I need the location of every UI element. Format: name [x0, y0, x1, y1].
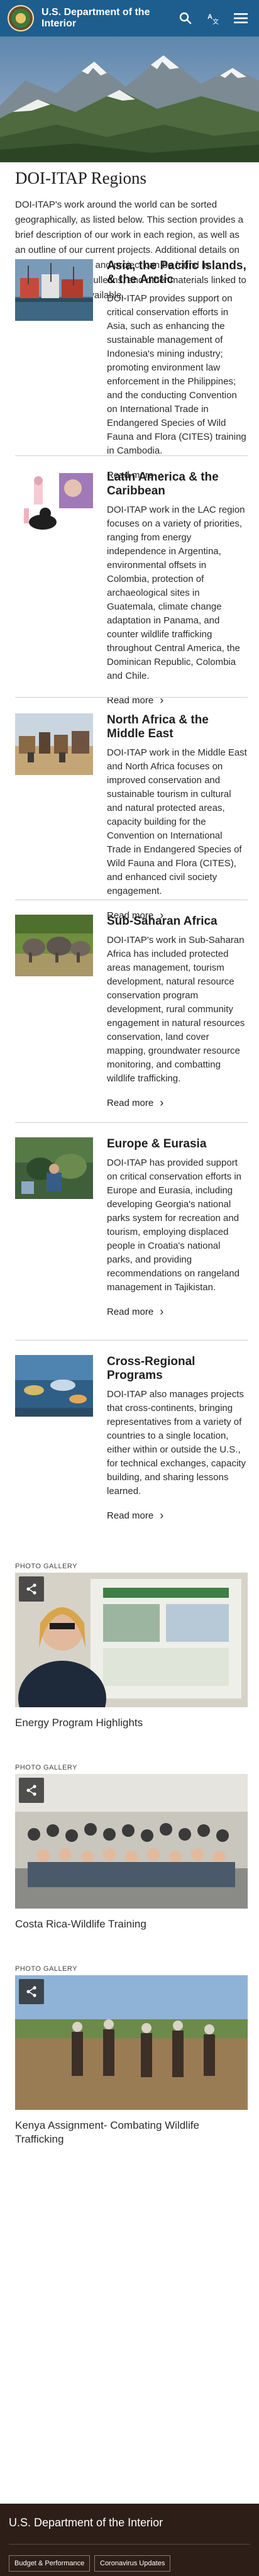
gallery-image[interactable]	[15, 1774, 248, 1909]
region-europe-thumbnail[interactable]	[15, 1137, 93, 1199]
region-cross-regional-title[interactable]: Cross-Regional Programs	[107, 1355, 248, 1383]
divider	[15, 1122, 248, 1123]
share-button[interactable]	[19, 1576, 44, 1602]
share-button[interactable]	[19, 1979, 44, 2004]
region-europe-read-more[interactable]: Read more ›	[107, 1306, 163, 1317]
search-icon[interactable]	[179, 11, 192, 25]
svg-text:A: A	[207, 13, 212, 21]
region-sub-saharan-text: DOI-ITAP's work in Sub-Saharan Africa ha…	[107, 935, 245, 1084]
region-north-africa-body: North Africa & the Middle East DOI-ITAP …	[107, 713, 248, 922]
region-north-africa-title[interactable]: North Africa & the Middle East	[107, 713, 248, 741]
region-north-africa-text: DOI-ITAP work in the Middle East and Nor…	[107, 747, 247, 896]
region-latin-america-text: DOI-ITAP work in the LAC region focuses …	[107, 505, 245, 681]
region-asia-text: DOI-ITAP provides support on critical co…	[107, 293, 246, 456]
divider	[15, 455, 248, 456]
footer-link-budget[interactable]: Budget & Performance	[9, 2555, 91, 2572]
site-footer: U.S. Department of the Interior Budget &…	[0, 2504, 259, 2576]
region-latin-america: Latin America & the Caribbean DOI-ITAP w…	[15, 471, 248, 706]
gallery-caption[interactable]: Energy Program Highlights	[15, 1716, 248, 1730]
read-more-label: Read more	[107, 1510, 154, 1521]
region-cross-regional-thumbnail[interactable]	[15, 1355, 93, 1417]
region-asia-thumbnail[interactable]	[15, 259, 93, 321]
share-icon	[26, 1986, 36, 1997]
footer-title[interactable]: U.S. Department of the Interior	[9, 2516, 163, 2529]
share-icon	[26, 1583, 36, 1595]
region-sub-saharan-read-more[interactable]: Read more ›	[107, 1097, 163, 1108]
menu-icon[interactable]	[234, 11, 248, 25]
site-title[interactable]: U.S. Department of the Interior	[41, 7, 161, 30]
region-sub-saharan-body: Sub-Saharan Africa DOI-ITAP's work in Su…	[107, 915, 248, 1109]
doi-seal-logo[interactable]	[8, 5, 34, 31]
chevron-right-icon: ›	[160, 694, 164, 706]
share-button[interactable]	[19, 1778, 44, 1803]
region-asia-title[interactable]: Asia, the Pacific Islands, & the Arctic	[107, 259, 248, 287]
divider	[15, 1340, 248, 1341]
region-latin-america-body: Latin America & the Caribbean DOI-ITAP w…	[107, 471, 248, 706]
chevron-right-icon: ›	[160, 1509, 164, 1522]
gallery-label: PHOTO GALLERY	[15, 1563, 78, 1570]
region-north-africa-thumbnail[interactable]	[15, 713, 93, 775]
site-header: U.S. Department of the Interior A文	[0, 0, 259, 36]
footer-divider	[9, 2544, 250, 2545]
gallery-image[interactable]	[15, 1573, 248, 1707]
share-icon	[26, 1785, 36, 1796]
region-latin-america-thumbnail[interactable]	[15, 471, 93, 532]
region-sub-saharan-thumbnail[interactable]	[15, 915, 93, 976]
gallery-label: PHOTO GALLERY	[15, 1764, 78, 1771]
region-sub-saharan-africa: Sub-Saharan Africa DOI-ITAP's work in Su…	[15, 915, 248, 1108]
region-europe-title[interactable]: Europe & Eurasia	[107, 1137, 248, 1151]
region-latin-america-read-more[interactable]: Read more ›	[107, 694, 163, 706]
gallery-image[interactable]	[15, 1975, 248, 2110]
read-more-label: Read more	[107, 1306, 154, 1317]
translate-icon[interactable]: A文	[206, 11, 220, 25]
page-title: DOI-ITAP Regions	[15, 169, 147, 187]
region-north-africa-middle-east: North Africa & the Middle East DOI-ITAP …	[15, 713, 248, 921]
photo-gallery-costa-rica: PHOTO GALLERY Costa Rica-Wildlife Traini…	[15, 1764, 248, 1946]
region-latin-america-title[interactable]: Latin America & the Caribbean	[107, 471, 248, 498]
region-cross-regional-read-more[interactable]: Read more ›	[107, 1510, 163, 1521]
region-sub-saharan-title[interactable]: Sub-Saharan Africa	[107, 915, 248, 928]
gallery-caption[interactable]: Costa Rica-Wildlife Training	[15, 1917, 248, 1931]
footer-link-coronavirus[interactable]: Coronavirus Updates	[94, 2555, 171, 2572]
region-cross-regional-text: DOI-ITAP also manages projects that cros…	[107, 1389, 246, 1497]
chevron-right-icon: ›	[160, 1305, 164, 1318]
photo-gallery-kenya: PHOTO GALLERY Kenya Assignment- Combatin…	[15, 1965, 248, 2166]
region-europe-text: DOI-ITAP has provided support on critica…	[107, 1157, 241, 1293]
chevron-right-icon: ›	[160, 1096, 164, 1109]
svg-text:文: 文	[212, 18, 219, 25]
region-asia: Asia, the Pacific Islands, & the Arctic …	[15, 259, 248, 481]
gallery-caption[interactable]: Kenya Assignment- Combating Wildlife Tra…	[15, 2119, 248, 2146]
read-more-label: Read more	[107, 1097, 154, 1108]
region-asia-body: Asia, the Pacific Islands, & the Arctic …	[107, 259, 248, 481]
gallery-label: PHOTO GALLERY	[15, 1965, 78, 1973]
photo-gallery-energy: PHOTO GALLERY Energy Program Highlights	[15, 1563, 248, 1745]
header-icon-group: A文	[179, 11, 251, 25]
region-cross-regional-body: Cross-Regional Programs DOI-ITAP also ma…	[107, 1355, 248, 1522]
divider	[15, 697, 248, 698]
region-europe-eurasia: Europe & Eurasia DOI-ITAP has provided s…	[15, 1137, 248, 1326]
hero-image	[0, 36, 259, 162]
region-europe-body: Europe & Eurasia DOI-ITAP has provided s…	[107, 1137, 248, 1318]
region-cross-regional: Cross-Regional Programs DOI-ITAP also ma…	[15, 1355, 248, 1531]
